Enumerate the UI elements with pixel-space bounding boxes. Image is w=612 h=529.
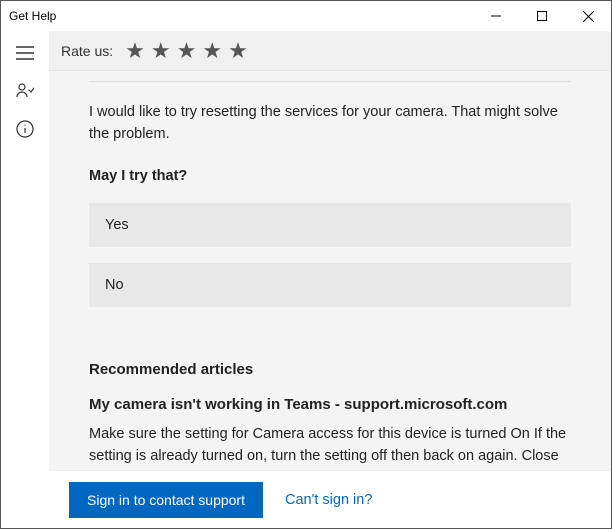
window-controls (473, 1, 611, 31)
divider (89, 81, 571, 82)
window-title: Get Help (9, 9, 56, 23)
app-body: Rate us: ★ ★ ★ ★ ★ I would like to try r… (1, 31, 611, 528)
star-1-icon[interactable]: ★ (125, 38, 145, 64)
option-yes-button[interactable]: Yes (89, 203, 571, 247)
article-snippet: Make sure the setting for Camera access … (89, 424, 571, 470)
star-4-icon[interactable]: ★ (202, 38, 222, 64)
minimize-button[interactable] (473, 1, 519, 31)
content-area: I would like to try resetting the servic… (49, 71, 611, 470)
maximize-button[interactable] (519, 1, 565, 31)
assistant-message: I would like to try resetting the servic… (89, 102, 571, 146)
article-title[interactable]: My camera isn't working in Teams - suppo… (89, 394, 571, 417)
get-help-window: Get Help Rat (0, 0, 612, 529)
star-5-icon[interactable]: ★ (228, 38, 248, 64)
assistant-question: May I try that? (89, 166, 571, 188)
cant-sign-in-link[interactable]: Can't sign in? (285, 492, 372, 508)
star-3-icon[interactable]: ★ (177, 38, 197, 64)
star-2-icon[interactable]: ★ (151, 38, 171, 64)
rate-label: Rate us: (61, 43, 113, 59)
option-no-button[interactable]: No (89, 263, 571, 307)
recommended-heading: Recommended articles (89, 359, 571, 382)
contact-icon[interactable] (15, 81, 35, 101)
rate-bar: Rate us: ★ ★ ★ ★ ★ (49, 31, 611, 71)
info-icon[interactable] (15, 119, 35, 139)
close-button[interactable] (565, 1, 611, 31)
menu-icon[interactable] (15, 43, 35, 63)
main-panel: Rate us: ★ ★ ★ ★ ★ I would like to try r… (49, 31, 611, 528)
footer-bar: Sign in to contact support Can't sign in… (49, 470, 611, 528)
sign-in-button[interactable]: Sign in to contact support (69, 482, 263, 518)
sidebar (1, 31, 49, 528)
title-bar: Get Help (1, 1, 611, 31)
